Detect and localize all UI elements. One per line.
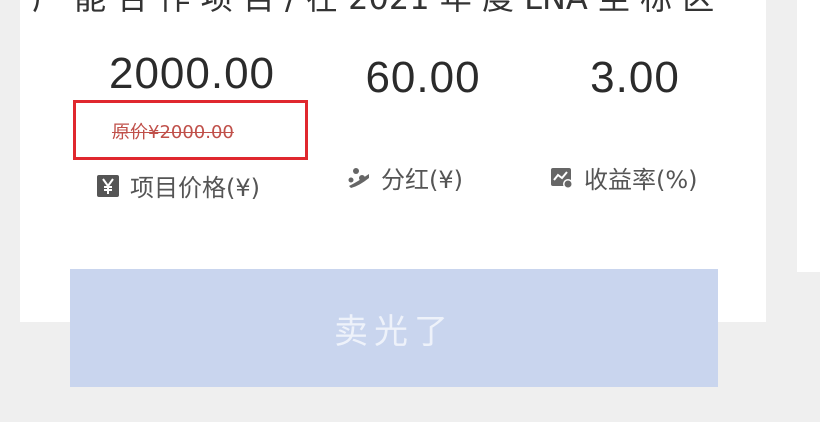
original-price: 原价¥2000.00 [112,122,234,143]
yield-icon [550,166,574,190]
next-card-edge [797,0,820,272]
yield-label: 收益率(%) [550,160,698,195]
yield-value: 3.00 [590,53,680,102]
dividend-label-text: 分红(¥) [381,166,463,194]
yield-stat: 3.00 [550,52,720,104]
dividend-value: 60.00 [365,53,481,102]
sold-out-button[interactable]: 卖光了 [70,269,718,387]
dividend-stat: 60.00 [338,52,508,104]
price-value: 2000.00 [108,49,276,98]
dividend-icon [347,166,371,190]
price-label-text: 项目价格(¥) [130,174,260,202]
price-stat: 2000.00 [72,48,312,100]
yen-icon [96,174,120,198]
dividend-label: 分红(¥) [347,160,463,195]
product-title: 广 能 合 作 项 目 / 在 2021 年 度 LNA 坐 标 区 [32,0,772,18]
yield-label-text: 收益率(%) [584,166,698,194]
price-label: 项目价格(¥) [96,168,260,203]
